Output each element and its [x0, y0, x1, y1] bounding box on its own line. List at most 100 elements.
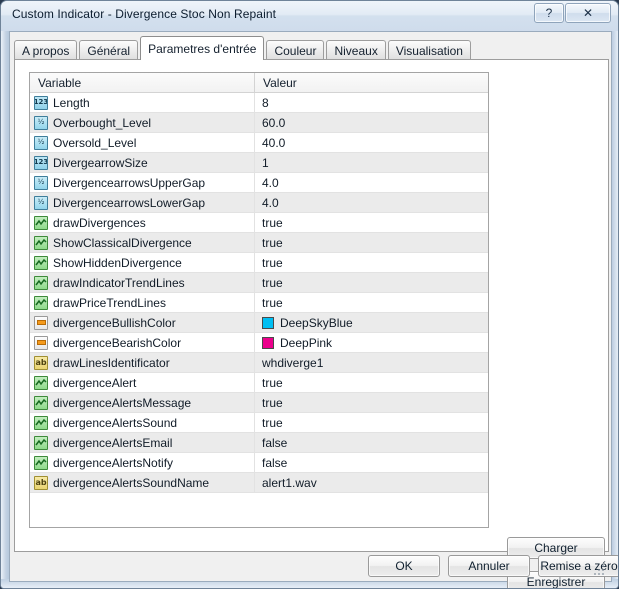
- table-row[interactable]: divergenceAlertsMessage true: [30, 393, 488, 413]
- variable-name: divergenceAlertsEmail: [53, 435, 173, 450]
- cell-variable[interactable]: divergenceAlert: [30, 373, 255, 392]
- cell-value[interactable]: 1: [255, 153, 488, 172]
- cell-variable[interactable]: drawIndicatorTrendLines: [30, 273, 255, 292]
- title-bar[interactable]: Custom Indicator - Divergence Stoc Non R…: [1, 1, 618, 31]
- column-header-variable[interactable]: Variable: [30, 73, 255, 93]
- cell-variable[interactable]: drawPriceTrendLines: [30, 293, 255, 312]
- cell-value[interactable]: 4.0: [255, 173, 488, 192]
- cell-value[interactable]: 8: [255, 93, 488, 112]
- cell-value[interactable]: DeepSkyBlue: [255, 313, 488, 332]
- cell-variable[interactable]: ab drawLinesIdentificator: [30, 353, 255, 372]
- window-frame-left: [1, 1, 9, 588]
- variable-name: Length: [53, 95, 90, 110]
- table-row[interactable]: divergenceAlert true: [30, 373, 488, 393]
- variable-value: 1: [262, 155, 269, 170]
- double-type-icon: ½: [34, 195, 48, 210]
- table-row[interactable]: drawIndicatorTrendLines true: [30, 273, 488, 293]
- cell-variable[interactable]: 123 DivergearrowSize: [30, 153, 255, 172]
- cell-value[interactable]: false: [255, 453, 488, 472]
- table-row[interactable]: drawDivergences true: [30, 213, 488, 233]
- cell-value[interactable]: 40.0: [255, 133, 488, 152]
- cell-value[interactable]: true: [255, 393, 488, 412]
- cell-value[interactable]: true: [255, 253, 488, 272]
- variable-name: Overbought_Level: [53, 115, 152, 130]
- table-row[interactable]: drawPriceTrendLines true: [30, 293, 488, 313]
- close-icon[interactable]: ✕: [565, 3, 611, 23]
- caption-button-group: ? ✕: [533, 3, 611, 23]
- dialog-window: Custom Indicator - Divergence Stoc Non R…: [0, 0, 619, 589]
- cell-value[interactable]: true: [255, 413, 488, 432]
- cell-variable[interactable]: divergenceAlertsEmail: [30, 433, 255, 452]
- table-row[interactable]: divergenceBullishColor DeepSkyBlue: [30, 313, 488, 333]
- cell-variable[interactable]: ShowHiddenDivergence: [30, 253, 255, 272]
- cell-variable[interactable]: 123 Length: [30, 93, 255, 112]
- cell-variable[interactable]: ½ Oversold_Level: [30, 133, 255, 152]
- cancel-button[interactable]: Annuler: [448, 555, 530, 577]
- table-row[interactable]: ShowClassicalDivergence true: [30, 233, 488, 253]
- tab-couleur[interactable]: Couleur: [266, 40, 325, 60]
- reset-button[interactable]: Remise a zéro: [538, 555, 618, 577]
- variable-value: DeepSkyBlue: [280, 315, 353, 330]
- cell-variable[interactable]: drawDivergences: [30, 213, 255, 232]
- cell-value[interactable]: alert1.wav: [255, 473, 488, 492]
- cell-variable[interactable]: ½ Overbought_Level: [30, 113, 255, 132]
- table-row[interactable]: ½ Oversold_Level 40.0: [30, 133, 488, 153]
- cell-variable[interactable]: divergenceBearishColor: [30, 333, 255, 352]
- table-row[interactable]: 123 DivergearrowSize 1: [30, 153, 488, 173]
- table-row[interactable]: divergenceAlertsSound true: [30, 413, 488, 433]
- cell-value[interactable]: 4.0: [255, 193, 488, 212]
- variable-value: 60.0: [262, 115, 286, 130]
- variable-value: true: [262, 375, 283, 390]
- table-row[interactable]: ab divergenceAlertsSoundName alert1.wav: [30, 473, 488, 493]
- table-row[interactable]: ab drawLinesIdentificator whdiverge1: [30, 353, 488, 373]
- variable-name: drawPriceTrendLines: [53, 295, 166, 310]
- color-swatch: [262, 316, 274, 329]
- cell-value[interactable]: true: [255, 273, 488, 292]
- cell-variable[interactable]: divergenceAlertsSound: [30, 413, 255, 432]
- cell-variable[interactable]: divergenceAlertsMessage: [30, 393, 255, 412]
- tab-a-propos[interactable]: A propos: [14, 40, 78, 60]
- bool-type-icon: [34, 375, 48, 390]
- bool-type-icon: [34, 435, 48, 450]
- cell-variable[interactable]: ShowClassicalDivergence: [30, 233, 255, 252]
- help-button[interactable]: ?: [534, 3, 564, 23]
- resize-grip-icon[interactable]: [594, 565, 605, 576]
- cell-value[interactable]: true: [255, 373, 488, 392]
- cell-value[interactable]: false: [255, 433, 488, 452]
- cell-value[interactable]: true: [255, 213, 488, 232]
- ok-button[interactable]: OK: [368, 555, 440, 577]
- tab-parametres-d-entr-e[interactable]: Parametres d'entrée: [140, 36, 265, 60]
- tab-page-input-parameters: Variable Valeur 123 Length 8 ½ Overbought_Le…: [14, 59, 609, 588]
- variable-name: divergenceAlert: [53, 375, 137, 390]
- variable-value: 40.0: [262, 135, 286, 150]
- variable-value: true: [262, 275, 283, 290]
- cell-value[interactable]: 60.0: [255, 113, 488, 132]
- variable-value: true: [262, 395, 283, 410]
- table-row[interactable]: 123 Length 8: [30, 93, 488, 113]
- cell-value[interactable]: whdiverge1: [255, 353, 488, 372]
- table-row[interactable]: ½ Overbought_Level 60.0: [30, 113, 488, 133]
- cell-variable[interactable]: ½ DivergencearrowsLowerGap: [30, 193, 255, 212]
- table-row[interactable]: divergenceBearishColor DeepPink: [30, 333, 488, 353]
- cell-value[interactable]: true: [255, 233, 488, 252]
- table-row[interactable]: divergenceAlertsNotify false: [30, 453, 488, 473]
- tab-niveaux[interactable]: Niveaux: [326, 40, 386, 60]
- tab-visualisation[interactable]: Visualisation: [387, 40, 471, 60]
- cell-variable[interactable]: ab divergenceAlertsSoundName: [30, 473, 255, 492]
- column-header-valeur[interactable]: Valeur: [255, 73, 488, 93]
- variable-name: ShowHiddenDivergence: [53, 255, 182, 270]
- table-row[interactable]: ½ DivergencearrowsLowerGap 4.0: [30, 193, 488, 213]
- table-row[interactable]: divergenceAlertsEmail false: [30, 433, 488, 453]
- parameters-table[interactable]: Variable Valeur 123 Length 8 ½ Overbought_Le…: [29, 72, 489, 528]
- table-row[interactable]: ShowHiddenDivergence true: [30, 253, 488, 273]
- cell-value[interactable]: DeepPink: [255, 333, 488, 352]
- cell-value[interactable]: true: [255, 293, 488, 312]
- cell-variable[interactable]: divergenceBullishColor: [30, 313, 255, 332]
- table-row[interactable]: ½ DivergencearrowsUpperGap 4.0: [30, 173, 488, 193]
- cell-variable[interactable]: ½ DivergencearrowsUpperGap: [30, 173, 255, 192]
- color-swatch: [262, 336, 274, 349]
- bool-type-icon: [34, 395, 48, 410]
- cell-variable[interactable]: divergenceAlertsNotify: [30, 453, 255, 472]
- tab-g-n-ral[interactable]: Général: [79, 40, 139, 60]
- bool-type-icon: [34, 215, 48, 230]
